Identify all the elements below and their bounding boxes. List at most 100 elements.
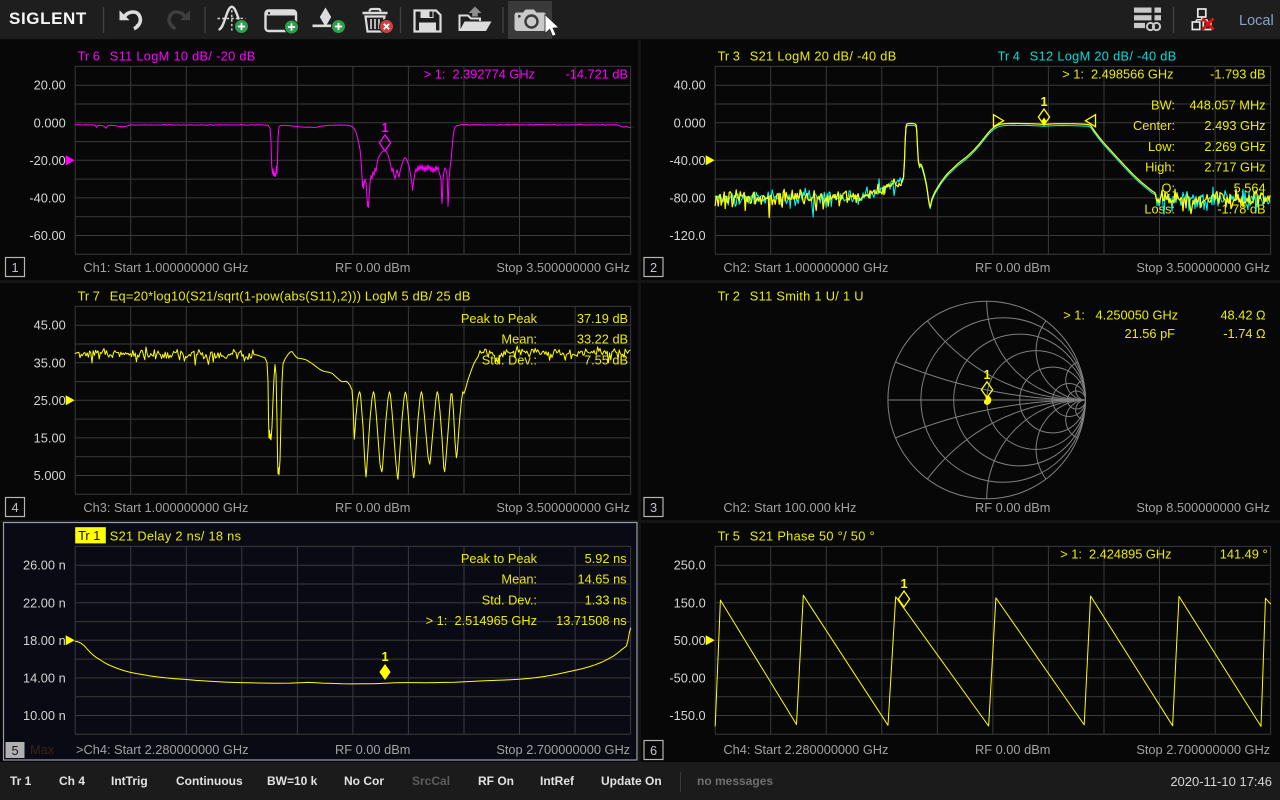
svg-text:Max: Max	[30, 742, 55, 757]
svg-text:Eq=20*log10(S21/sqrt(1-pow(abs: Eq=20*log10(S21/sqrt(1-pow(abs(S11),2)))…	[110, 289, 471, 304]
svg-text:Stop 3.500000000 GHz: Stop 3.500000000 GHz	[1136, 260, 1270, 275]
svg-text:Stop 2.700000000 GHz: Stop 2.700000000 GHz	[1136, 742, 1270, 757]
svg-text:1.33 ns: 1.33 ns	[585, 592, 627, 607]
svg-text:48.42 Ω: 48.42 Ω	[1220, 307, 1266, 322]
svg-text:-120.0: -120.0	[669, 228, 705, 243]
svg-text:-1.793 dB: -1.793 dB	[1210, 66, 1266, 81]
svg-text:10.00 n: 10.00 n	[23, 708, 66, 723]
svg-text:2: 2	[650, 260, 657, 275]
svg-text:20.00: 20.00	[34, 78, 66, 93]
svg-text:RF 0.00 dBm: RF 0.00 dBm	[335, 742, 410, 757]
svg-text:-14.721 dB: -14.721 dB	[565, 66, 628, 81]
svg-text:RF 0.00 dBm: RF 0.00 dBm	[975, 260, 1050, 275]
svg-text:33.22 dB: 33.22 dB	[577, 332, 628, 347]
svg-text:Peak to Peak: Peak to Peak	[461, 551, 538, 566]
svg-text:Std. Dev.:: Std. Dev.:	[482, 592, 537, 607]
svg-text:Ch4: Start 2.280000000 GHz: Ch4: Start 2.280000000 GHz	[723, 742, 888, 757]
svg-text:-50.00: -50.00	[669, 670, 705, 685]
svg-text:25.00: 25.00	[34, 393, 66, 408]
svg-text:-40.00: -40.00	[29, 190, 65, 205]
svg-text:-60.00: -60.00	[29, 228, 65, 243]
svg-text:Peak to Peak: Peak to Peak	[461, 311, 538, 326]
svg-text:Ch2: Start 100.000 kHz: Ch2: Start 100.000 kHz	[723, 500, 856, 515]
svg-text:S21 Phase 50 °/ 50 °: S21 Phase 50 °/ 50 °	[750, 529, 875, 544]
svg-text:S11 Smith 1 U/ 1 U: S11 Smith 1 U/ 1 U	[750, 289, 864, 304]
svg-text:250.0: 250.0	[674, 558, 706, 573]
svg-text:-1.74 Ω: -1.74 Ω	[1223, 326, 1266, 341]
svg-text:Stop 3.500000000 GHz: Stop 3.500000000 GHz	[496, 260, 630, 275]
svg-text:35.00: 35.00	[34, 355, 66, 370]
svg-text:2.269 GHz: 2.269 GHz	[1204, 139, 1265, 154]
svg-text:2.493 GHz: 2.493 GHz	[1204, 118, 1265, 133]
svg-text:448.057 MHz: 448.057 MHz	[1189, 97, 1265, 112]
svg-text:> 1: 2.498566 GHz: > 1: 2.498566 GHz	[1062, 66, 1173, 81]
svg-text:1: 1	[381, 649, 388, 664]
svg-text:-150.0: -150.0	[669, 708, 705, 723]
svg-text:> 1: 2.424895 GHz: > 1: 2.424895 GHz	[1060, 546, 1171, 561]
svg-text:15.00: 15.00	[34, 430, 66, 445]
svg-text:45.00: 45.00	[34, 318, 66, 333]
svg-text:5: 5	[11, 743, 18, 758]
svg-text:0.000: 0.000	[674, 115, 706, 130]
svg-text:BW:: BW:	[1151, 97, 1175, 112]
svg-text:18.00 n: 18.00 n	[23, 633, 66, 648]
svg-text:Q:: Q:	[1161, 181, 1175, 196]
svg-text:5.92 ns: 5.92 ns	[585, 551, 627, 566]
svg-text:50.00: 50.00	[674, 633, 706, 648]
svg-text:2.717 GHz: 2.717 GHz	[1204, 160, 1265, 175]
svg-text:S21 LogM 20 dB/ -40 dB: S21 LogM 20 dB/ -40 dB	[750, 49, 897, 64]
svg-text:21.56 pF: 21.56 pF	[1124, 326, 1175, 341]
svg-text:14.00 n: 14.00 n	[23, 670, 66, 685]
svg-text:> 1: 2.392774 GHz: > 1: 2.392774 GHz	[424, 66, 535, 81]
svg-text:4: 4	[11, 500, 18, 515]
svg-text:26.00 n: 26.00 n	[23, 558, 66, 573]
svg-text:141.49 °: 141.49 °	[1220, 546, 1268, 561]
svg-text:5.000: 5.000	[34, 468, 66, 483]
svg-text:150.0: 150.0	[674, 595, 706, 610]
svg-text:-40.00: -40.00	[669, 153, 705, 168]
svg-text:> 1: 2.514965 GHz: > 1: 2.514965 GHz	[426, 613, 537, 628]
svg-text:37.19 dB: 37.19 dB	[577, 311, 628, 326]
svg-text:High:: High:	[1145, 160, 1175, 175]
svg-text:6: 6	[650, 743, 657, 758]
svg-text:Ch1: Start 1.000000000 GHz: Ch1: Start 1.000000000 GHz	[83, 260, 248, 275]
svg-text:14.65 ns: 14.65 ns	[577, 572, 626, 587]
svg-text:> 1: 4.250050 GHz: > 1: 4.250050 GHz	[1063, 307, 1178, 322]
svg-text:Tr 3: Tr 3	[718, 49, 740, 64]
svg-text:Ch3: Start 1.000000000 GHz: Ch3: Start 1.000000000 GHz	[83, 500, 248, 515]
svg-text:-20.00: -20.00	[29, 153, 65, 168]
svg-text:Low:: Low:	[1148, 139, 1175, 154]
svg-text:S12 LogM 20 dB/ -40 dB: S12 LogM 20 dB/ -40 dB	[1030, 49, 1177, 64]
svg-text:1: 1	[900, 576, 907, 591]
svg-text:1: 1	[11, 260, 18, 275]
svg-text:RF 0.00 dBm: RF 0.00 dBm	[335, 260, 410, 275]
svg-text:Tr 2: Tr 2	[718, 289, 740, 304]
svg-text:Tr 4: Tr 4	[998, 49, 1020, 64]
svg-text:22.00 n: 22.00 n	[23, 595, 66, 610]
svg-text:RF 0.00 dBm: RF 0.00 dBm	[975, 500, 1050, 515]
svg-text:Tr 1: Tr 1	[78, 528, 100, 543]
svg-text:>Ch4: Start 2.280000000 GHz: >Ch4: Start 2.280000000 GHz	[76, 742, 249, 757]
svg-text:1: 1	[1040, 94, 1047, 109]
svg-text:Mean:: Mean:	[501, 332, 537, 347]
svg-text:Ch2: Start 1.000000000 GHz: Ch2: Start 1.000000000 GHz	[723, 260, 888, 275]
svg-text:40.00: 40.00	[674, 78, 706, 93]
svg-text:Stop 2.700000000 GHz: Stop 2.700000000 GHz	[496, 742, 630, 757]
svg-text:Stop 8.500000000 GHz: Stop 8.500000000 GHz	[1136, 500, 1270, 515]
svg-text:0.000: 0.000	[34, 115, 66, 130]
svg-text:13.71508 ns: 13.71508 ns	[556, 613, 626, 628]
svg-text:1: 1	[983, 367, 990, 382]
svg-text:RF 0.00 dBm: RF 0.00 dBm	[975, 742, 1050, 757]
svg-text:-80.00: -80.00	[669, 190, 705, 205]
svg-text:1: 1	[381, 120, 388, 135]
svg-text:Tr 5: Tr 5	[718, 529, 740, 544]
svg-text:Tr 6: Tr 6	[78, 49, 100, 64]
svg-text:3: 3	[650, 500, 657, 515]
svg-text:Mean:: Mean:	[501, 572, 537, 587]
svg-text:Stop 3.500000000 GHz: Stop 3.500000000 GHz	[496, 500, 630, 515]
svg-text:S21 Delay 2 ns/ 18 ns: S21 Delay 2 ns/ 18 ns	[110, 529, 242, 544]
svg-text:Center:: Center:	[1133, 118, 1175, 133]
svg-text:Tr 7: Tr 7	[78, 289, 100, 304]
svg-text:RF 0.00 dBm: RF 0.00 dBm	[335, 500, 410, 515]
svg-text:S11 LogM 10 dB/ -20 dB: S11 LogM 10 dB/ -20 dB	[110, 49, 256, 64]
